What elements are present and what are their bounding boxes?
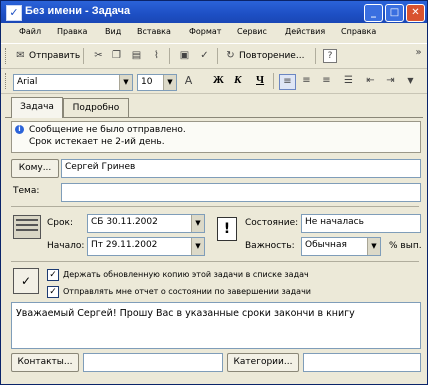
tab-task[interactable]: Задача	[11, 97, 63, 118]
chevron-down-icon[interactable]: ▼	[163, 75, 176, 90]
start-label: Начало:	[47, 241, 85, 251]
section-divider	[11, 261, 419, 262]
chevron-down-icon[interactable]: ▼	[191, 238, 204, 255]
contacts-field[interactable]	[83, 353, 223, 372]
due-date-field[interactable]: СБ 30.11.2002 ▼	[87, 214, 205, 233]
keep-copy-checkbox[interactable]: ✓	[47, 269, 59, 281]
cut-icon[interactable]: ✂	[91, 49, 106, 63]
font-size-value: 10	[141, 77, 153, 87]
menu-edit[interactable]: Правка	[57, 27, 87, 36]
check-names-icon[interactable]: ✓	[197, 49, 212, 63]
toolbar-options-icon[interactable]: ▼	[403, 74, 418, 88]
recurrence-icon: ↻	[226, 50, 235, 61]
keep-copy-label: Держать обновленную копию этой задачи в …	[63, 270, 309, 279]
toolbar-grip[interactable]	[5, 48, 9, 64]
info-bar: i Сообщение не было отправлено. Срок ист…	[11, 121, 421, 153]
toolbar-separator	[83, 48, 84, 64]
tab-strip: Задача Подробно	[5, 97, 423, 118]
due-label: Срок:	[47, 218, 73, 228]
recurrence-button[interactable]: Повторение...	[239, 51, 304, 61]
percent-complete-label: % вып.	[389, 241, 422, 251]
formatting-toolbar: Arial ▼ 10 ▼ A Ж К Ч ≡ ≡ ≡ ☰ ⇤ ⇥ ▼	[1, 69, 427, 94]
subject-label: Тема:	[13, 186, 40, 196]
align-left-icon[interactable]: ≡	[279, 74, 296, 90]
task-check-icon: ✓	[6, 5, 22, 21]
menu-file[interactable]: Файл	[19, 27, 41, 36]
window-title: Без имени - Задача	[25, 5, 131, 17]
subject-field[interactable]	[61, 183, 421, 202]
bullets-icon[interactable]: ☰	[341, 74, 356, 88]
task-window: ✓ Без имени - Задача _ □ ✕ Файл Правка В…	[0, 0, 428, 385]
task-body-textarea[interactable]: Уважаемый Сергей! Прошу Вас в указанные …	[11, 302, 421, 349]
menu-format[interactable]: Формат	[189, 27, 221, 36]
toolbar-separator	[315, 48, 316, 64]
bold-button[interactable]: Ж	[213, 74, 224, 86]
priority-icon: !	[217, 217, 237, 241]
toolbar-grip[interactable]	[5, 73, 9, 89]
status-label: Состояние:	[245, 218, 299, 228]
section-divider	[11, 206, 419, 207]
menu-view[interactable]: Вид	[105, 27, 121, 36]
priority-label: Важность:	[245, 241, 295, 251]
to-button[interactable]: Кому...	[11, 159, 59, 178]
align-center-icon[interactable]: ≡	[299, 74, 314, 88]
chevron-down-icon[interactable]: ▼	[119, 75, 132, 90]
calendar-icon	[13, 215, 41, 239]
minimize-button[interactable]: _	[364, 4, 383, 22]
status-field[interactable]: Не началась	[301, 214, 421, 233]
contacts-button[interactable]: Контакты...	[11, 353, 79, 372]
status-report-checkbox[interactable]: ✓	[47, 286, 59, 298]
font-size-combo[interactable]: 10 ▼	[137, 74, 177, 91]
tab-details[interactable]: Подробно	[63, 98, 129, 117]
priority-value: Обычная	[305, 240, 347, 250]
menu-tools[interactable]: Сервис	[237, 27, 267, 36]
font-color-icon[interactable]: A	[181, 74, 196, 88]
priority-field[interactable]: Обычная ▼	[301, 237, 381, 256]
categories-button[interactable]: Категории...	[227, 353, 299, 372]
font-name-value: Arial	[17, 77, 38, 87]
toolbar-overflow-icon[interactable]: »	[411, 46, 426, 60]
address-book-icon[interactable]: ▣	[177, 49, 192, 63]
task-options-icon: ✓	[13, 268, 39, 294]
to-field[interactable]: Сергей Гринев	[61, 159, 421, 178]
font-name-combo[interactable]: Arial ▼	[13, 74, 133, 91]
menu-bar: Файл Правка Вид Вставка Формат Сервис Де…	[1, 24, 427, 41]
align-right-icon[interactable]: ≡	[319, 74, 334, 88]
send-icon: ✉	[16, 50, 25, 61]
menu-insert[interactable]: Вставка	[137, 27, 171, 36]
italic-button[interactable]: К	[234, 74, 241, 86]
start-date-value: Пт 29.11.2002	[91, 240, 158, 250]
copy-icon[interactable]: ❐	[109, 49, 124, 63]
info-message-line2: Срок истекает не 2-ий день.	[29, 137, 165, 147]
status-value: Не началась	[305, 217, 364, 227]
menu-actions[interactable]: Действия	[285, 27, 325, 36]
paste-icon[interactable]: ▤	[129, 49, 144, 63]
decrease-indent-icon[interactable]: ⇤	[363, 74, 378, 88]
attach-icon[interactable]: ⌇	[149, 49, 164, 63]
menu-help[interactable]: Справка	[341, 27, 376, 36]
title-bar[interactable]: ✓ Без имени - Задача _ □ ✕	[1, 1, 427, 23]
info-message-line1: Сообщение не было отправлено.	[29, 125, 186, 135]
close-button[interactable]: ✕	[406, 4, 425, 22]
toolbar-separator	[169, 48, 170, 64]
toolbar-separator	[217, 48, 218, 64]
toolbar-separator	[273, 73, 274, 89]
task-body-text: Уважаемый Сергей! Прошу Вас в указанные …	[16, 308, 355, 319]
categories-field[interactable]	[303, 353, 421, 372]
send-button[interactable]: Отправить	[29, 51, 80, 61]
standard-toolbar: ✉ Отправить ✂ ❐ ▤ ⌇ ▣ ✓ ↻ Повторение... …	[1, 43, 427, 69]
info-icon: i	[15, 125, 24, 134]
underline-button[interactable]: Ч	[256, 74, 264, 86]
chevron-down-icon[interactable]: ▼	[191, 215, 204, 232]
status-report-label: Отправлять мне отчет о состоянии по заве…	[63, 287, 311, 296]
increase-indent-icon[interactable]: ⇥	[383, 74, 398, 88]
help-icon[interactable]: ?	[323, 49, 337, 63]
to-value: Сергей Гринев	[65, 162, 136, 172]
start-date-field[interactable]: Пт 29.11.2002 ▼	[87, 237, 205, 256]
due-date-value: СБ 30.11.2002	[91, 217, 158, 227]
maximize-button[interactable]: □	[385, 4, 404, 22]
chevron-down-icon[interactable]: ▼	[367, 238, 380, 255]
